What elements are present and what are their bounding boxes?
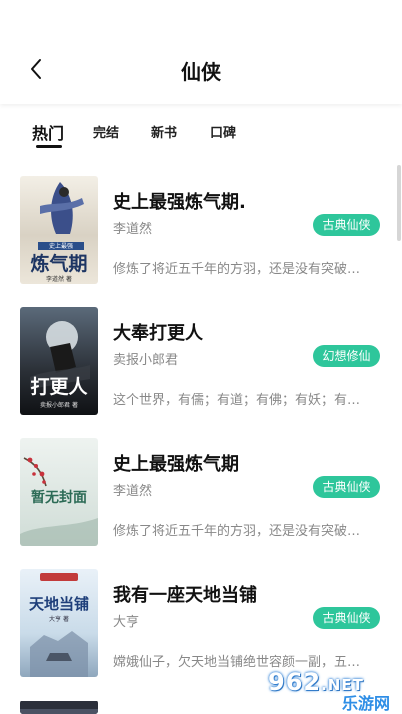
book-author: 大亨 — [113, 615, 140, 630]
cover-title: 炼气期 — [30, 252, 87, 275]
cover-image: 打更人 卖报小郎君 著 — [20, 307, 98, 415]
book-cover[interactable]: 天地当铺 大亨 著 — [20, 569, 98, 677]
book-cover[interactable]: 史上最强 炼气期 李道然 著 — [20, 176, 98, 284]
tab-hot[interactable]: 热门 — [32, 120, 64, 144]
book-title[interactable]: 大奉打更人 — [113, 319, 203, 345]
tab-reputation[interactable]: 口碑 — [210, 122, 236, 141]
tab-finished[interactable]: 完结 — [93, 122, 119, 141]
page-title: 仙侠 — [181, 60, 221, 84]
watermark-site: 乐游网 — [342, 694, 391, 713]
book-item[interactable]: 天地当铺 大亨 著 我有一座天地当铺 大亨 古典仙侠 嫦娥仙子，欠天地当铺绝世容… — [0, 563, 402, 681]
top-bar: 仙侠 — [0, 0, 402, 104]
cover-image: 天地当铺 大亨 著 — [20, 569, 98, 677]
category-tabs: 热门 完结 新书 口碑 — [0, 116, 402, 156]
genre-badge: 古典仙侠 — [313, 476, 380, 498]
book-cover[interactable]: 打更人 卖报小郎君 著 — [20, 307, 98, 415]
cover-image: 暂无封面 — [20, 438, 98, 546]
cover-author: 卖报小郎君 著 — [40, 401, 78, 409]
book-cover[interactable]: 暂无封面 — [20, 438, 98, 546]
book-title[interactable]: 史上最强炼气期 — [113, 450, 239, 476]
book-description: 修炼了将近五千年的方羽，还是没有突破… — [113, 262, 361, 277]
page: 仙侠 热门 完结 新书 口碑 史上最强 炼气期 李道然 著 史上最强炼气期. 李… — [0, 0, 402, 714]
cover-author: 李道然 著 — [46, 275, 72, 283]
cover-image — [20, 701, 98, 714]
book-author: 李道然 — [113, 222, 153, 237]
book-description: 这个世界，有儒；有道；有佛；有妖；有… — [113, 393, 361, 408]
book-item[interactable]: 史上最强 炼气期 李道然 著 史上最强炼气期. 李道然 古典仙侠 修炼了将近五千… — [0, 170, 402, 288]
cover-title: 暂无封面 — [31, 489, 87, 506]
tab-new[interactable]: 新书 — [151, 122, 177, 141]
cover-author: 大亨 著 — [49, 615, 69, 623]
book-title[interactable]: 史上最强炼气期. — [113, 188, 246, 214]
cover-title: 打更人 — [30, 375, 88, 398]
genre-badge: 幻想修仙 — [313, 345, 380, 367]
book-item[interactable]: 暂无封面 史上最强炼气期 李道然 古典仙侠 修炼了将近五千年的方羽，还是没有突破… — [0, 432, 402, 550]
book-author: 李道然 — [113, 484, 153, 499]
genre-badge: 古典仙侠 — [313, 607, 380, 629]
book-description: 修炼了将近五千年的方羽，还是没有突破… — [113, 524, 361, 539]
book-item[interactable]: 打更人 卖报小郎君 著 大奉打更人 卖报小郎君 幻想修仙 这个世界，有儒；有道；… — [0, 301, 402, 419]
book-title[interactable]: 我有一座天地当铺 — [113, 581, 257, 607]
cover-image: 史上最强 炼气期 李道然 著 — [20, 176, 98, 284]
site-watermark: 962.NET 乐游网 — [262, 666, 398, 713]
svg-text:史上最强: 史上最强 — [49, 242, 73, 250]
genre-badge: 古典仙侠 — [313, 214, 380, 236]
book-cover[interactable] — [20, 700, 98, 714]
active-tab-indicator — [36, 145, 62, 148]
cover-title: 天地当铺 — [29, 595, 89, 613]
book-author: 卖报小郎君 — [113, 353, 179, 368]
